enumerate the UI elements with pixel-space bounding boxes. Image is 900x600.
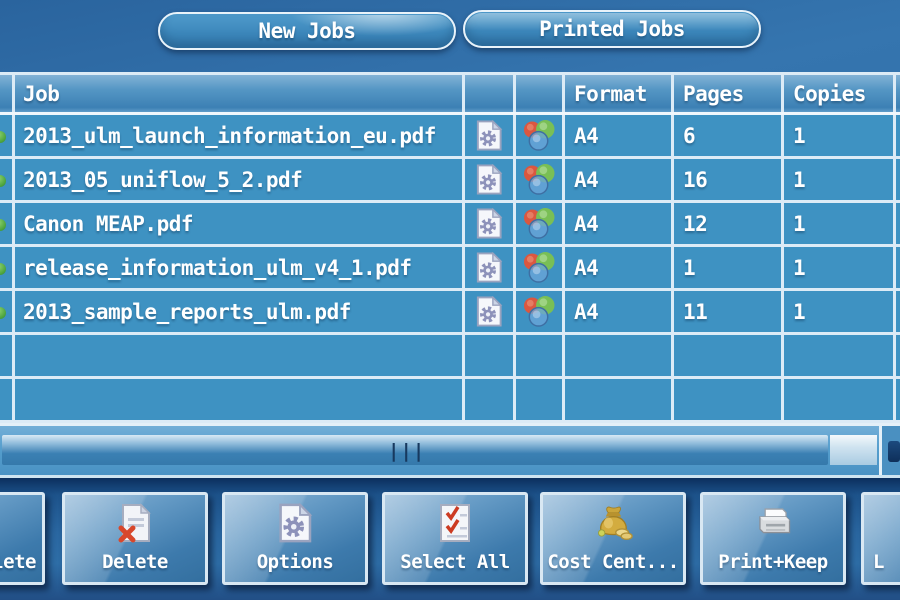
- icon-cell: [465, 115, 516, 156]
- header-icon-col-2: [516, 75, 565, 112]
- job-name: 2013_05_uniflow_5_2.pdf: [15, 159, 465, 200]
- job-pages: 12: [674, 203, 784, 244]
- print-keep-button[interactable]: Print+Keep: [700, 492, 846, 585]
- color-circles-icon: [522, 208, 556, 239]
- overflow-cell: [896, 291, 900, 332]
- printer-touchscreen: New Jobs Printed Jobs Job Format Pages C…: [0, 0, 900, 600]
- table-row[interactable]: release_information_ulm_v4_1.pdf A4 1 1: [0, 247, 900, 291]
- color-circles-icon: [522, 296, 556, 327]
- button-label: L: [864, 551, 900, 573]
- header-format: Format: [565, 75, 674, 112]
- job-pages: 16: [674, 159, 784, 200]
- table-row[interactable]: 2013_ulm_launch_information_eu.pdf A4 6 …: [0, 115, 900, 159]
- document-gear-icon: [275, 503, 315, 543]
- tab-new-jobs-label: New Jobs: [258, 19, 355, 43]
- delete-button[interactable]: Delete: [62, 492, 208, 585]
- header-job: Job: [15, 75, 465, 112]
- document-gear-icon: [475, 208, 503, 239]
- job-format: A4: [565, 115, 674, 156]
- toolbar-panel: lete Delete Options Select All Cost Cent…: [0, 478, 900, 600]
- icon-cell: [516, 203, 565, 244]
- job-name: 2013_ulm_launch_information_eu.pdf: [15, 115, 465, 156]
- icon-cell: [465, 247, 516, 288]
- job-copies: 1: [784, 291, 896, 332]
- job-table: Job Format Pages Copies 2013_ulm_launch_…: [0, 75, 900, 423]
- job-copies: 1: [784, 115, 896, 156]
- scroll-right-button[interactable]: [888, 441, 900, 462]
- icon-cell: [465, 159, 516, 200]
- job-format: A4: [565, 203, 674, 244]
- button-label: Cost Cent...: [543, 551, 683, 573]
- document-gear-icon: [475, 164, 503, 195]
- table-header-row: Job Format Pages Copies: [0, 75, 900, 115]
- tab-new-jobs[interactable]: New Jobs: [158, 12, 456, 50]
- scrollbar-grip-icon: |||: [388, 440, 425, 462]
- icon-cell: [465, 291, 516, 332]
- color-circles-icon: [522, 120, 556, 151]
- scrollbar-thumb[interactable]: |||: [2, 435, 828, 465]
- header-pages: Pages: [674, 75, 784, 112]
- job-format: A4: [565, 291, 674, 332]
- document-gear-icon: [475, 296, 503, 327]
- job-name: 2013_sample_reports_ulm.pdf: [15, 291, 465, 332]
- button-label: Print+Keep: [703, 551, 843, 573]
- icon-cell: [465, 203, 516, 244]
- scrollbar-track[interactable]: [830, 435, 877, 465]
- job-copies: 1: [784, 203, 896, 244]
- table-row[interactable]: 2013_05_uniflow_5_2.pdf A4 16 1: [0, 159, 900, 203]
- logout-button-clipped[interactable]: L: [861, 492, 900, 585]
- delete-button-clipped[interactable]: lete: [0, 492, 45, 585]
- header-status-col: [0, 75, 15, 112]
- checklist-icon: [435, 503, 475, 543]
- horizontal-scrollbar[interactable]: |||: [0, 423, 900, 478]
- select-all-button[interactable]: Select All: [382, 492, 528, 585]
- button-label: Options: [225, 551, 365, 573]
- document-gear-icon: [475, 120, 503, 151]
- job-format: A4: [565, 247, 674, 288]
- button-label: Delete: [65, 551, 205, 573]
- job-copies: 1: [784, 159, 896, 200]
- printer-icon: [753, 503, 793, 543]
- table-row[interactable]: 2013_sample_reports_ulm.pdf A4 11 1: [0, 291, 900, 335]
- document-delete-icon: [115, 503, 155, 543]
- job-format: A4: [565, 159, 674, 200]
- job-pages: 1: [674, 247, 784, 288]
- job-name: Canon MEAP.pdf: [15, 203, 465, 244]
- header-copies: Copies: [784, 75, 896, 112]
- icon-cell: [516, 159, 565, 200]
- table-row-empty: [0, 335, 900, 379]
- money-bag-icon: [593, 503, 633, 543]
- icon-cell: [516, 115, 565, 156]
- job-copies: 1: [784, 247, 896, 288]
- options-button[interactable]: Options: [222, 492, 368, 585]
- overflow-cell: [896, 115, 900, 156]
- button-label: Select All: [385, 551, 525, 573]
- color-circles-icon: [522, 252, 556, 283]
- job-name: release_information_ulm_v4_1.pdf: [15, 247, 465, 288]
- icon-cell: [516, 247, 565, 288]
- job-pages: 6: [674, 115, 784, 156]
- cost-center-button[interactable]: Cost Cent...: [540, 492, 686, 585]
- header-icon-col-1: [465, 75, 516, 112]
- overflow-cell: [896, 247, 900, 288]
- overflow-cell: [896, 203, 900, 244]
- table-row[interactable]: Canon MEAP.pdf A4 12 1: [0, 203, 900, 247]
- overflow-cell: [896, 159, 900, 200]
- color-circles-icon: [522, 164, 556, 195]
- document-gear-icon: [475, 252, 503, 283]
- header-overflow-col: [896, 75, 900, 112]
- tab-printed-jobs-label: Printed Jobs: [539, 17, 685, 41]
- icon-cell: [516, 291, 565, 332]
- scrollbar-corner: [882, 426, 900, 475]
- button-label: lete: [0, 551, 42, 573]
- tab-printed-jobs[interactable]: Printed Jobs: [463, 10, 761, 48]
- job-pages: 11: [674, 291, 784, 332]
- table-row-empty: [0, 379, 900, 423]
